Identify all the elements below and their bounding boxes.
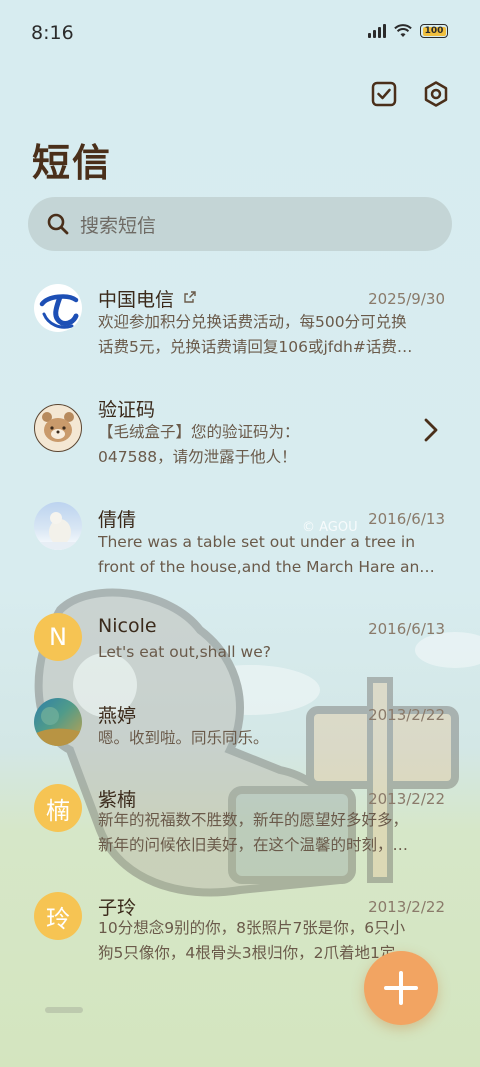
compose-button[interactable] — [364, 951, 438, 1025]
polar-bear-photo-avatar — [34, 502, 82, 550]
conversation-preview: There was a table set out under a tree i… — [98, 533, 435, 576]
conversation-item[interactable]: 燕婷 2013/2/22 嗯。收到啦。同乐同乐。 — [0, 686, 480, 784]
wifi-icon — [394, 24, 412, 37]
battery-level: 100 — [424, 26, 444, 36]
header-actions — [368, 78, 452, 110]
settings-icon — [424, 81, 448, 107]
conversation-name: Nicole — [98, 615, 157, 637]
checkbox-icon — [371, 81, 397, 107]
conversation-item[interactable]: 倩倩 2016/6/13 There was a table set out u… — [0, 490, 480, 600]
landscape-photo-avatar — [34, 698, 82, 746]
conversation-name: 燕婷 — [98, 705, 137, 727]
plus-icon — [384, 971, 418, 1005]
status-bar: 8:16 100 — [0, 0, 480, 66]
conversation-preview: 新年的祝福数不胜数，新年的愿望好多好多， 新年的问候依旧美好，在这个温馨的时刻，… — [98, 811, 409, 854]
conversation-date: 2025/9/30 — [368, 290, 445, 308]
conversation-preview: 嗯。收到啦。同乐同乐。 — [98, 729, 269, 747]
conversation-item[interactable]: 中国电信 2025/9/30 欢迎参加积分兑换话费活动，每500分可兑换 话费5… — [0, 270, 480, 380]
status-icons: 100 — [368, 24, 448, 38]
conversation-date: 2013/2/22 — [368, 898, 445, 916]
bear-face-icon — [42, 412, 74, 442]
letter-avatar: N — [34, 613, 82, 661]
signal-icon — [368, 24, 386, 38]
conversation-item[interactable]: N Nicole 2016/6/13 Let's eat out,shall w… — [0, 600, 480, 686]
letter-avatar: 玲 — [34, 892, 82, 940]
conversation-preview: 【毛绒盒子】您的验证码为： 047588，请勿泄露于他人！ — [98, 423, 300, 466]
letter-avatar: 楠 — [34, 784, 82, 832]
conversation-name: 中国电信 — [98, 289, 175, 311]
conversation-date: 2013/2/22 — [368, 790, 445, 808]
search-placeholder: 搜索短信 — [80, 214, 157, 237]
conversation-item[interactable]: 楠 紫楠 2013/2/22 新年的祝福数不胜数，新年的愿望好多好多， 新年的问… — [0, 784, 480, 894]
status-time: 8:16 — [31, 22, 74, 44]
select-button[interactable] — [368, 78, 400, 110]
conversation-preview: 欢迎参加积分兑换话费活动，每500分可兑换 话费5元，兑换话费请回复106或jf… — [98, 313, 413, 356]
search-icon — [47, 213, 69, 235]
scroll-indicator — [45, 1007, 83, 1013]
conversation-name: 倩倩 — [98, 509, 137, 531]
conversation-preview: Let's eat out,shall we? — [98, 643, 271, 661]
search-bar[interactable]: 搜索短信 — [28, 197, 452, 251]
bear-avatar — [34, 404, 82, 452]
battery-icon: 100 — [420, 24, 448, 38]
telecom-logo-avatar — [34, 284, 82, 332]
conversation-name: 验证码 — [98, 399, 156, 421]
page-title: 短信 — [32, 141, 113, 185]
settings-button[interactable] — [420, 78, 452, 110]
external-link-icon — [184, 291, 196, 303]
landscape-icon — [34, 707, 82, 746]
conversation-date: 2016/6/13 — [368, 620, 445, 638]
conversation-date: 2013/2/22 — [368, 706, 445, 724]
telecom-logo-icon — [35, 285, 81, 331]
chevron-right-icon[interactable] — [420, 417, 442, 443]
conversation-item[interactable]: 验证码 【毛绒盒子】您的验证码为： 047588，请勿泄露于他人！ — [0, 380, 480, 490]
conversation-date: 2016/6/13 — [368, 510, 445, 528]
polar-bear-icon — [34, 512, 82, 550]
